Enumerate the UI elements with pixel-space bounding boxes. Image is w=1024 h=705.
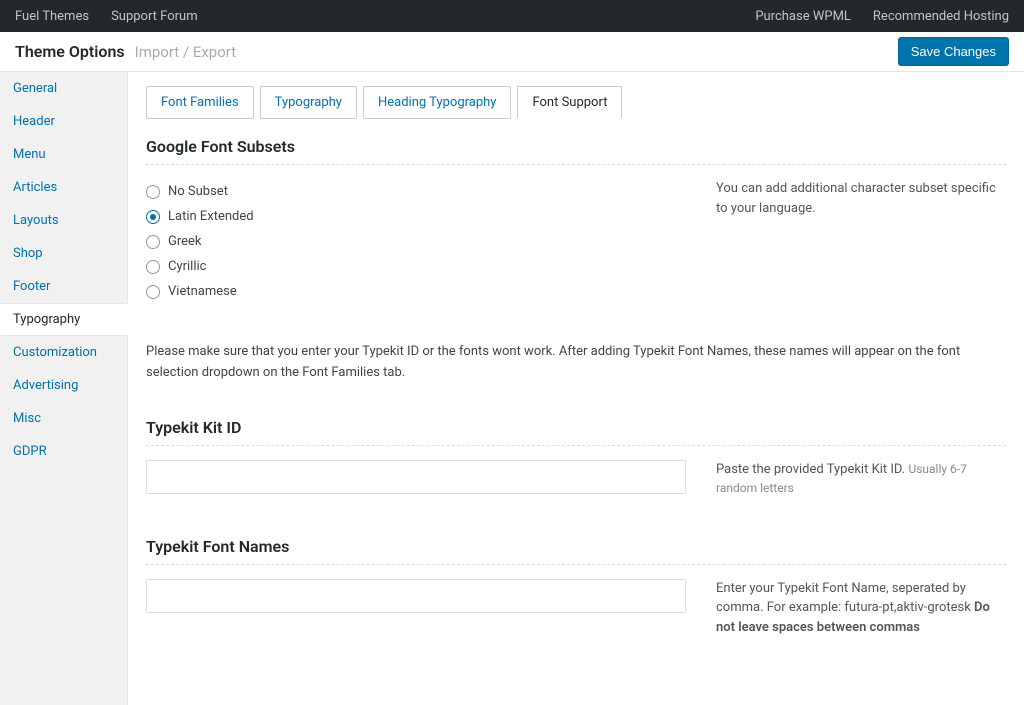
sidebar-item-menu[interactable]: Menu [0, 138, 127, 171]
radio-option-latin-extended[interactable]: Latin Extended [146, 204, 686, 229]
radio-icon [146, 185, 160, 199]
sidebar-item-gdpr[interactable]: GDPR [0, 435, 127, 468]
subset-radio-group: No Subset Latin Extended Greek Cyrillic Viet… [146, 179, 686, 304]
page-header: Theme Options Import / Export Save Chang… [0, 32, 1024, 72]
sidebar-item-articles[interactable]: Articles [0, 171, 127, 204]
page-subtitle: Import / Export [135, 43, 237, 61]
radio-label: Greek [168, 234, 202, 249]
radio-option-no-subset[interactable]: No Subset [146, 179, 686, 204]
save-changes-button[interactable]: Save Changes [898, 37, 1009, 66]
typekit-note: Please make sure that you enter your Typ… [146, 342, 1006, 384]
typekit-id-help: Paste the provided Typekit Kit ID. Usual… [716, 460, 1006, 499]
radio-option-cyrillic[interactable]: Cyrillic [146, 254, 686, 279]
tab-font-support[interactable]: Font Support [517, 86, 622, 119]
sidebar-item-footer[interactable]: Footer [0, 270, 127, 303]
radio-icon [146, 285, 160, 299]
radio-icon [146, 210, 160, 224]
sidebar-item-misc[interactable]: Misc [0, 402, 127, 435]
sidebar-item-general[interactable]: General [0, 72, 127, 105]
radio-label: Cyrillic [168, 259, 206, 274]
topbar-link-support-forum[interactable]: Support Forum [111, 9, 198, 24]
sidebar-item-advertising[interactable]: Advertising [0, 369, 127, 402]
section-title-typekit-id: Typekit Kit ID [146, 418, 1006, 446]
topbar-link-recommended-hosting[interactable]: Recommended Hosting [873, 9, 1009, 24]
radio-option-vietnamese[interactable]: Vietnamese [146, 279, 686, 304]
sidebar-item-customization[interactable]: Customization [0, 336, 127, 369]
radio-icon [146, 235, 160, 249]
sidebar-item-shop[interactable]: Shop [0, 237, 127, 270]
sidebar-item-layouts[interactable]: Layouts [0, 204, 127, 237]
sidebar-item-typography[interactable]: Typography [0, 303, 128, 336]
radio-label: Latin Extended [168, 209, 254, 224]
section-title-google-font-subsets: Google Font Subsets [146, 137, 1006, 165]
radio-icon [146, 260, 160, 274]
typekit-font-names-help: Enter your Typekit Font Name, seperated … [716, 579, 1006, 638]
admin-topbar: Fuel Themes Support Forum Purchase WPML … [0, 0, 1024, 32]
tab-row: Font FamiliesTypographyHeading Typograph… [146, 86, 1006, 119]
subset-help-text: You can add additional character subset … [716, 179, 1006, 304]
content-area: Font FamiliesTypographyHeading Typograph… [128, 72, 1024, 705]
sidebar-item-header[interactable]: Header [0, 105, 127, 138]
tab-typography[interactable]: Typography [260, 86, 357, 119]
topbar-link-fuel-themes[interactable]: Fuel Themes [15, 9, 89, 24]
section-title-typekit-font-names: Typekit Font Names [146, 537, 1006, 565]
typekit-id-input[interactable] [146, 460, 686, 494]
radio-label: Vietnamese [168, 284, 237, 299]
topbar-link-purchase-wpml[interactable]: Purchase WPML [755, 9, 851, 24]
tab-font-families[interactable]: Font Families [146, 86, 254, 119]
radio-label: No Subset [168, 184, 228, 199]
typekit-font-names-input[interactable] [146, 579, 686, 613]
tab-heading-typography[interactable]: Heading Typography [363, 86, 511, 119]
radio-option-greek[interactable]: Greek [146, 229, 686, 254]
sidebar-nav: GeneralHeaderMenuArticlesLayoutsShopFoot… [0, 72, 128, 705]
page-title: Theme Options [15, 42, 125, 61]
